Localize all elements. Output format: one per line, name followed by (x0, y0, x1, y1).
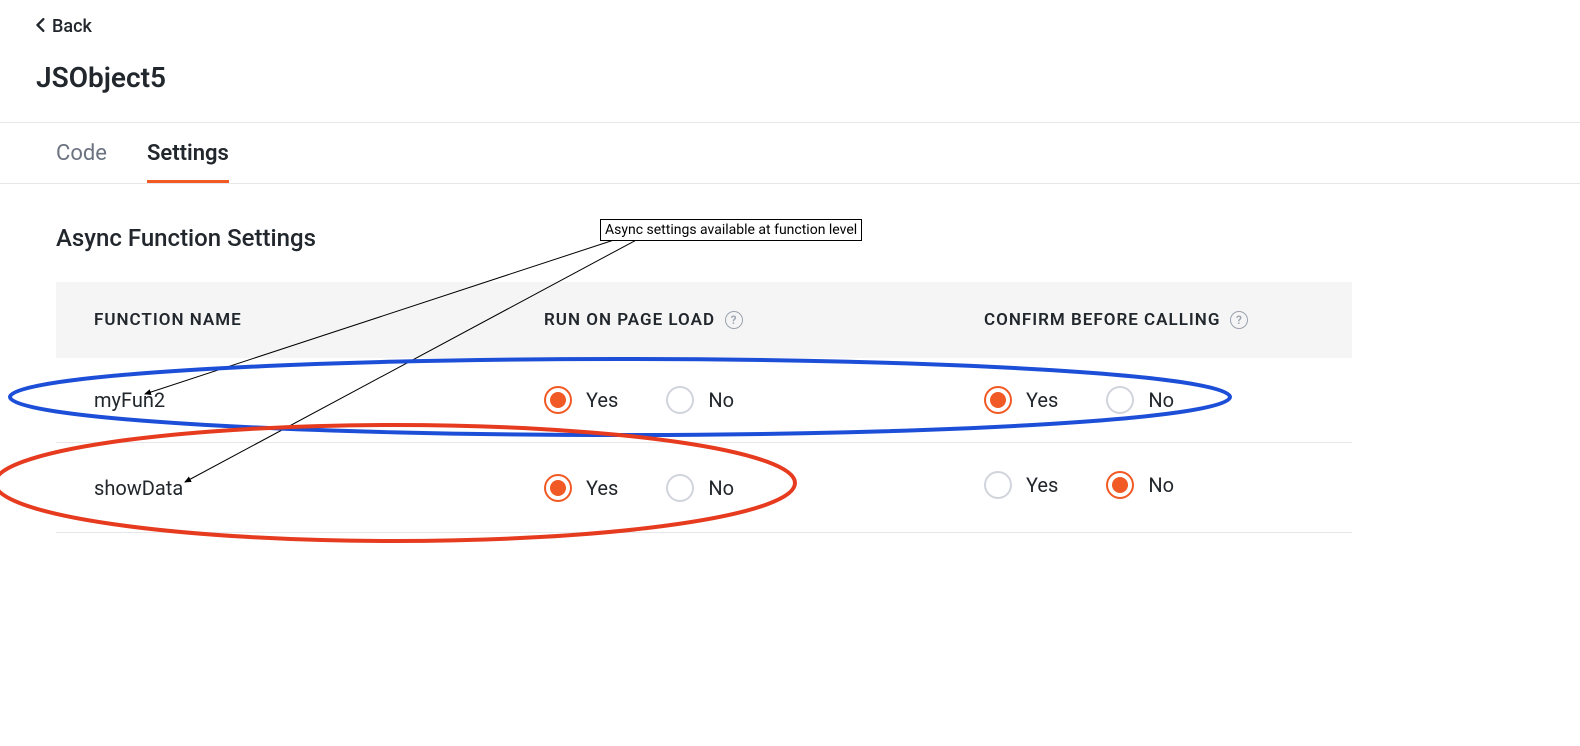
radio-icon (544, 474, 572, 502)
radio-label: No (708, 388, 734, 412)
radio-label: Yes (586, 476, 618, 500)
radio-icon (666, 386, 694, 414)
radio-icon (1106, 471, 1134, 499)
column-header-confirm-before-calling: CONFIRM BEFORE CALLING ? (946, 282, 1352, 358)
confirm-before-radio-group: Yes No (984, 386, 1174, 414)
radio-label: Yes (1026, 473, 1058, 497)
column-label: RUN ON PAGE LOAD (544, 310, 715, 330)
radio-yes[interactable]: Yes (984, 386, 1058, 414)
tab-code[interactable]: Code (56, 123, 107, 183)
run-on-load-radio-group: Yes No (544, 474, 734, 502)
tabs: Code Settings (0, 123, 1580, 184)
chevron-left-icon (36, 16, 46, 37)
radio-yes[interactable]: Yes (544, 386, 618, 414)
column-header-run-on-load: RUN ON PAGE LOAD ? (506, 282, 946, 358)
radio-no[interactable]: No (1106, 386, 1174, 414)
column-header-function-name: FUNCTION NAME (56, 282, 506, 358)
radio-no[interactable]: No (666, 386, 734, 414)
table-row: showData Yes No (56, 443, 1352, 533)
run-on-load-radio-group: Yes No (544, 386, 734, 414)
help-icon[interactable]: ? (725, 311, 743, 329)
back-button[interactable]: Back (36, 16, 92, 37)
radio-icon (544, 386, 572, 414)
radio-icon (984, 471, 1012, 499)
tab-settings[interactable]: Settings (147, 123, 229, 183)
radio-label: Yes (1026, 388, 1058, 412)
radio-yes[interactable]: Yes (544, 474, 618, 502)
radio-no[interactable]: No (1106, 471, 1174, 499)
annotation-label: Async settings available at function lev… (600, 219, 862, 241)
column-label: CONFIRM BEFORE CALLING (984, 310, 1220, 330)
column-label: FUNCTION NAME (94, 310, 242, 330)
radio-label: No (1148, 388, 1174, 412)
radio-icon (1106, 386, 1134, 414)
table-row: myFun2 Yes No (56, 358, 1352, 443)
back-label: Back (52, 16, 92, 37)
function-name-cell: showData (56, 443, 506, 533)
function-name-cell: myFun2 (56, 358, 506, 443)
page-title: JSObject5 (36, 61, 1544, 94)
function-settings-table: FUNCTION NAME RUN ON PAGE LOAD ? CONFIRM… (56, 282, 1352, 533)
radio-label: Yes (586, 388, 618, 412)
radio-yes[interactable]: Yes (984, 471, 1058, 499)
confirm-before-radio-group: Yes No (984, 471, 1174, 499)
help-icon[interactable]: ? (1230, 311, 1248, 329)
radio-icon (666, 474, 694, 502)
radio-label: No (708, 476, 734, 500)
radio-label: No (1148, 473, 1174, 497)
radio-no[interactable]: No (666, 474, 734, 502)
radio-icon (984, 386, 1012, 414)
